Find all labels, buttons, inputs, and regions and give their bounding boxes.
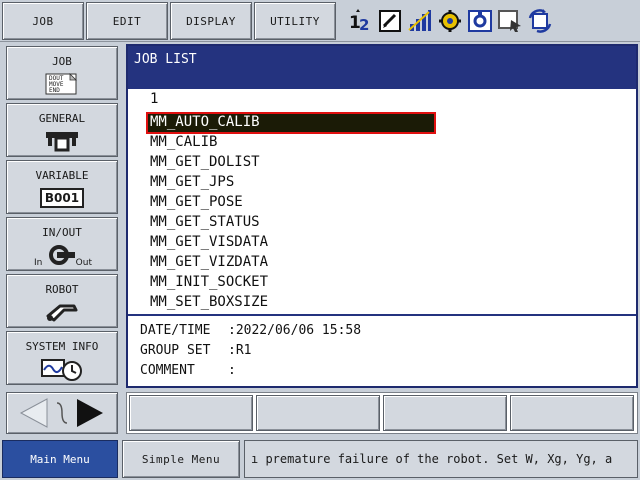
group-set-row: GROUP SET :R1 [140, 342, 251, 360]
job-list: 1 MM_AUTO_CALIB MM_CALIB MM_GET_DOLIST M… [128, 86, 636, 312]
page-arrow-control [6, 392, 118, 434]
main-menu-button[interactable]: Main Menu [2, 440, 118, 478]
control-icon [466, 7, 494, 35]
page-indicator: 1 [150, 91, 159, 107]
list-item[interactable]: MM_GET_VIZDATA [150, 252, 268, 272]
menu-job-button[interactable]: JOB [2, 2, 84, 40]
datetime-value: :2022/06/06 15:58 [228, 323, 362, 338]
datetime-row: DATE/TIME :2022/06/06 15:58 [140, 322, 361, 340]
list-item[interactable]: MM_GET_JPS [150, 172, 234, 192]
list-item[interactable]: MM_GET_VISDATA [150, 232, 268, 252]
list-item[interactable]: MM_CALIB [150, 132, 217, 152]
gear-mode-icon [436, 7, 464, 35]
list-item[interactable]: MM_GET_DOLIST [150, 152, 260, 172]
status-icon-bar: 12 [340, 4, 638, 38]
left-main-menu: JOB DOUT MOVE END GENERAL VARIABLE B001 IN… [0, 42, 124, 438]
function-key-2[interactable] [256, 395, 380, 431]
variable-icon: B001 [39, 185, 85, 211]
comment-row: COMMENT: [140, 362, 236, 380]
inout-in-label: In [34, 258, 43, 268]
cycle-icon [526, 7, 554, 35]
edit-page-icon [376, 7, 404, 35]
group-set-label: GROUP SET [140, 343, 211, 358]
left-menu-general[interactable]: GENERAL [6, 103, 118, 157]
left-arrow-icon[interactable] [19, 398, 48, 428]
datetime-label: DATE/TIME [140, 323, 211, 338]
bottom-status-bar: Main Menu Simple Menu ı premature failur… [0, 438, 640, 480]
left-menu-variable[interactable]: VARIABLE B001 [6, 160, 118, 214]
function-key-1[interactable] [129, 395, 253, 431]
general-icon [42, 128, 82, 154]
menu-edit-button[interactable]: EDIT [86, 2, 168, 40]
left-menu-system-info[interactable]: SYSTEM INFO [6, 331, 118, 385]
menu-display-button[interactable]: DISPLAY [170, 2, 252, 40]
left-menu-job[interactable]: JOB DOUT MOVE END [6, 46, 118, 100]
function-key-bar [126, 392, 638, 434]
left-menu-variable-label: VARIABLE [35, 169, 89, 182]
left-menu-inout[interactable]: IN/OUT In Out [6, 217, 118, 271]
axis-12-icon: 12 [346, 7, 374, 35]
robot-icon [42, 299, 82, 325]
left-menu-robot[interactable]: ROBOT [6, 274, 118, 328]
group-set-value: :R1 [228, 343, 252, 358]
variable-icon-text: B001 [39, 188, 85, 208]
list-item[interactable]: MM_GET_STATUS [150, 212, 260, 232]
top-menu-bar: JOB EDIT DISPLAY UTILITY 12 [0, 0, 640, 42]
page-title: JOB LIST [128, 46, 636, 86]
left-menu-robot-label: ROBOT [45, 283, 79, 296]
inout-out-label: Out [75, 258, 92, 268]
list-item[interactable]: MM_GET_POSE [150, 192, 243, 212]
menu-utility-button[interactable]: UTILITY [254, 2, 336, 40]
job-list-window: JOB LIST 1 MM_AUTO_CALIB MM_CALIB MM_GET… [126, 44, 638, 388]
function-key-3[interactable] [383, 395, 507, 431]
left-menu-general-label: GENERAL [38, 112, 86, 125]
comment-value: : [228, 363, 236, 378]
left-menu-job-label: JOB [52, 55, 72, 68]
list-item[interactable]: MM_INIT_SOCKET [150, 272, 268, 292]
cursor-window-icon [496, 7, 524, 35]
list-item[interactable]: MM_AUTO_CALIB [150, 112, 260, 132]
job-list-body: 1 MM_AUTO_CALIB MM_CALIB MM_GET_DOLIST M… [128, 86, 636, 312]
message-line: ı premature failure of the robot. Set W,… [244, 440, 638, 478]
svg-text:2: 2 [359, 16, 369, 34]
function-key-4[interactable] [510, 395, 634, 431]
job-info-panel: DATE/TIME:2022/06/06 15:58 GROUP SET:R1 … [128, 314, 636, 386]
right-arrow-icon[interactable] [77, 399, 103, 427]
left-menu-inout-label: IN/OUT [42, 226, 82, 239]
simple-menu-button[interactable]: Simple Menu [122, 440, 240, 478]
comment-label: COMMENT [140, 363, 195, 378]
left-menu-system-info-label: SYSTEM INFO [25, 340, 99, 353]
job-card-icon-text: END [49, 87, 60, 94]
list-item[interactable]: MM_SET_BOXSIZE [150, 292, 268, 312]
job-card-icon: DOUT MOVE END [44, 71, 80, 97]
signal-icon [406, 7, 434, 35]
inout-icon: In Out [32, 242, 92, 268]
system-info-icon [38, 356, 86, 382]
